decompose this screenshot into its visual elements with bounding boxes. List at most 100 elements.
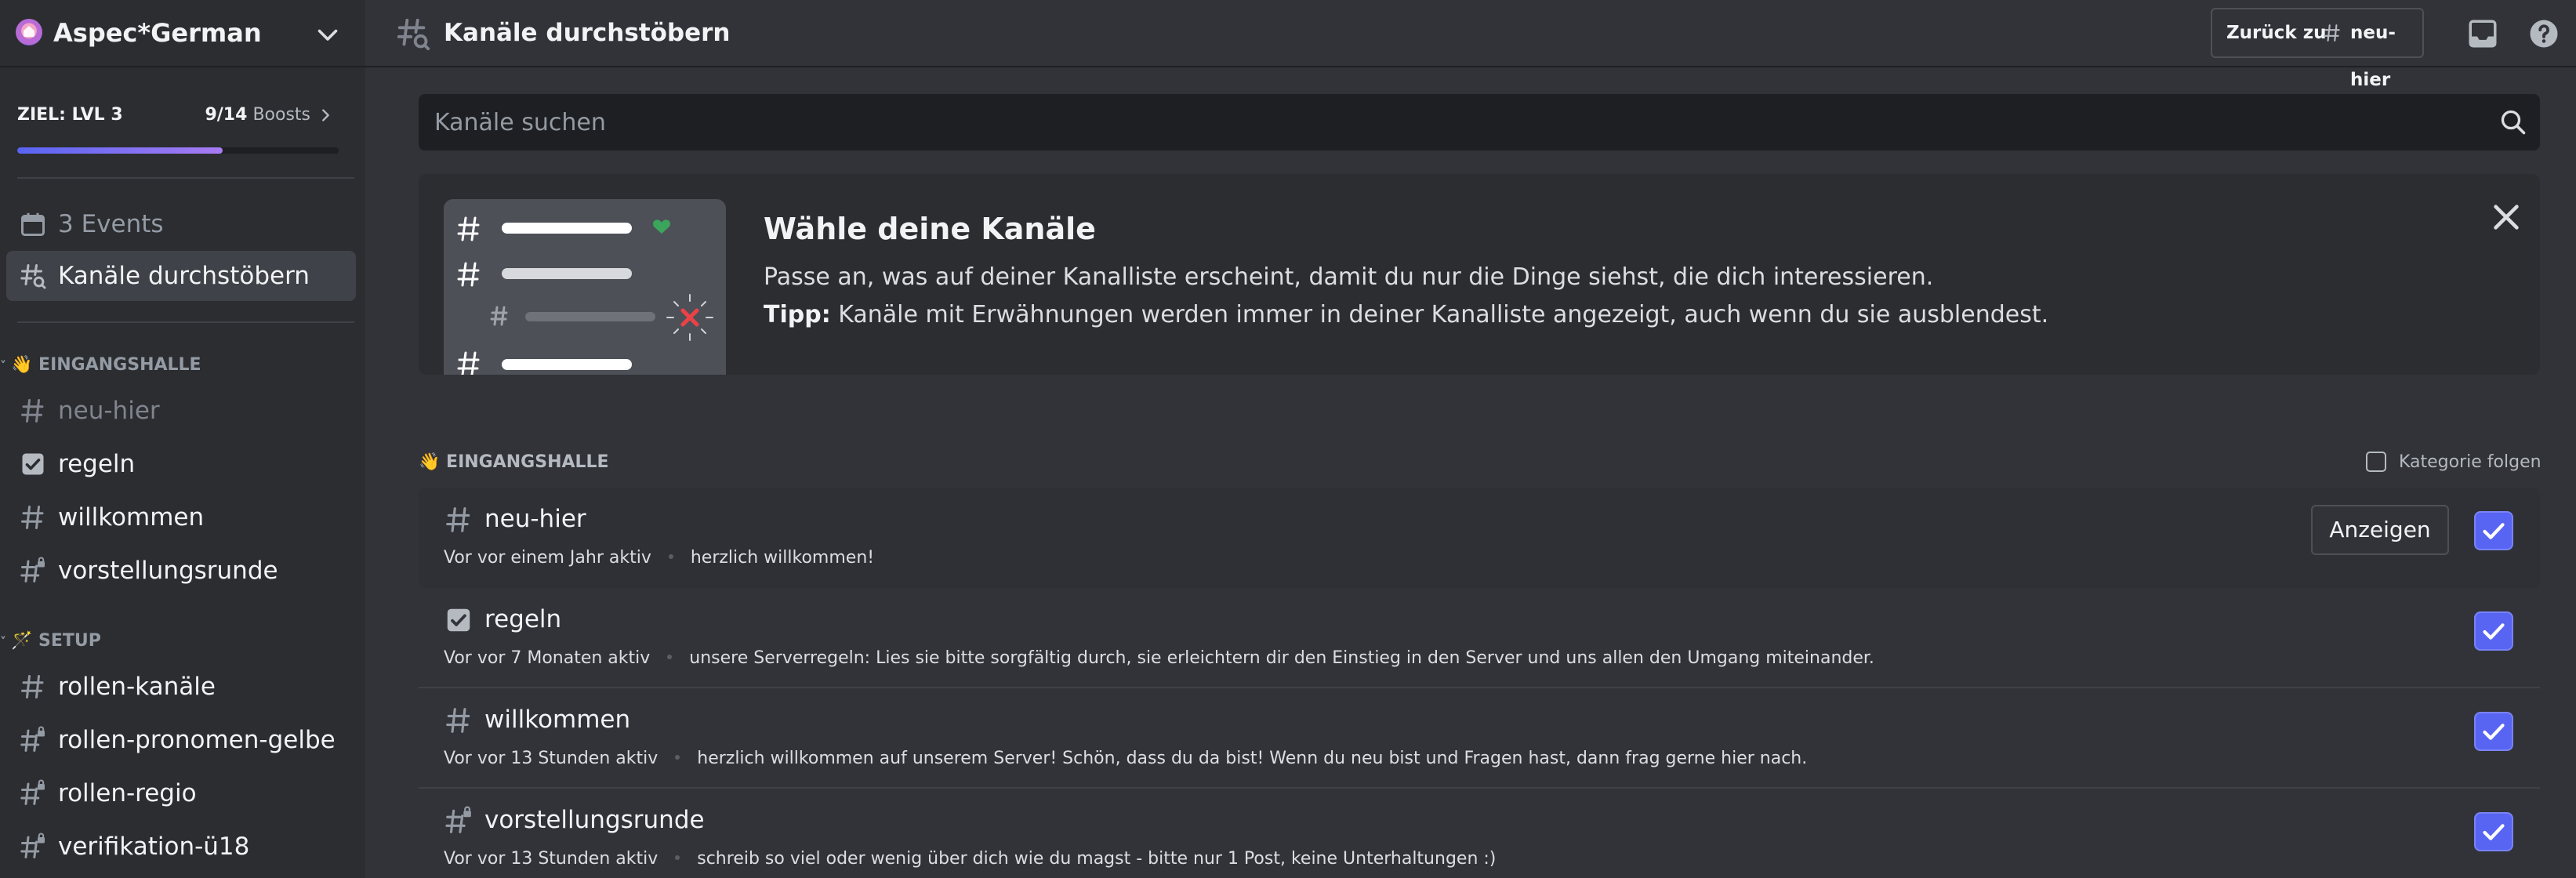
tip-label: Tipp:: [764, 301, 831, 328]
rules-icon: [447, 608, 470, 632]
sidebar: Aspec*German ZIEL: LVL 3 9/14 Boosts 3 E…: [0, 0, 365, 878]
chevron-down-icon: ˅: [0, 358, 6, 373]
close-icon[interactable]: [2488, 199, 2524, 235]
boost-bar-fill: [17, 147, 223, 154]
channel-meta: Vor vor einem Jahr aktiv herzlich willkom…: [444, 546, 874, 571]
rules-icon: [22, 453, 44, 475]
server-header[interactable]: Aspec*German: [0, 0, 365, 67]
help-icon[interactable]: [2527, 17, 2560, 50]
browse-channels-icon: [397, 18, 430, 51]
hash-lock-icon: [20, 726, 45, 752]
divider: [17, 321, 354, 323]
chevron-down-icon[interactable]: [314, 20, 342, 49]
tip-text: Kanäle mit Erwähnungen werden immer in d…: [830, 301, 2049, 328]
separator-dot: [675, 755, 680, 760]
hash-icon: [21, 675, 44, 698]
sidebar-item-label: willkommen: [58, 503, 205, 532]
channel-activity: Vor vor 13 Stunden aktiv: [444, 749, 659, 768]
sidebar-item-label: vorstellungsrunde: [58, 557, 278, 585]
hash-lock-icon: [445, 806, 471, 833]
onboarding-banner: Wähle deine Kanäle Passe an, was auf dei…: [419, 174, 2540, 375]
channel-activity: Vor vor 13 Stunden aktiv: [444, 849, 659, 869]
search-input[interactable]: [434, 94, 2473, 151]
sidebar-item-rollen-regio[interactable]: rollen-regio: [6, 768, 356, 818]
chevron-down-icon: ˅: [0, 634, 6, 649]
channel-name: regeln: [484, 605, 562, 633]
back-button-prefix: Zurück zu: [2226, 23, 2327, 43]
checkbox-checked-icon[interactable]: [2474, 812, 2513, 851]
search-icon[interactable]: [2499, 108, 2527, 136]
checkbox-checked-icon[interactable]: [2474, 611, 2513, 651]
channel-activity: Vor vor 7 Monaten aktiv: [444, 648, 651, 668]
channel-name: willkommen: [484, 706, 631, 734]
checkbox-checked-icon[interactable]: [2474, 511, 2513, 550]
sidebar-item-neu-hier[interactable]: neu-hier: [6, 386, 356, 436]
channel-name: neu-hier: [484, 505, 586, 533]
back-button-channel: neu-hier: [2350, 23, 2396, 90]
sidebar-item-label: rollen-kanäle: [58, 673, 216, 701]
channel-meta: Vor vor 13 Stunden aktiv schreib so viel …: [444, 847, 1496, 872]
calendar-icon: [21, 212, 45, 236]
channel-row-regeln[interactable]: regeln Vor vor 7 Monaten aktiv unsere Ser…: [419, 588, 2540, 688]
channel-activity: Vor vor einem Jahr aktiv: [444, 548, 651, 568]
hash-lock-icon: [20, 833, 45, 858]
hash-lock-icon: [20, 779, 45, 805]
category-header[interactable]: ˅ 🪄 SETUP: [0, 626, 101, 657]
sidebar-item-label: regeln: [58, 450, 136, 478]
server-name: Aspec*German: [53, 18, 262, 48]
sidebar-item-label: 3 Events: [58, 210, 164, 238]
channel-meta: Vor vor 7 Monaten aktiv unsere Serverrege…: [444, 646, 1874, 671]
inbox-icon[interactable]: [2466, 17, 2499, 50]
page-title: Kanäle durchstöbern: [444, 19, 731, 47]
sidebar-item-rollen-pronomen-gelbe[interactable]: rollen-pronomen-gelbe: [6, 715, 356, 765]
separator-dot: [668, 554, 673, 559]
separator-dot: [675, 855, 680, 860]
checkbox-checked-icon[interactable]: [2474, 712, 2513, 751]
sidebar-item-rollen-kanaele[interactable]: rollen-kanäle: [6, 662, 356, 712]
channel-row-neu-hier[interactable]: neu-hier Vor vor einem Jahr aktiv herzlic…: [419, 488, 2540, 588]
channel-topic: unsere Serverregeln: Lies sie bitte sorg…: [689, 648, 1874, 668]
show-channel-button[interactable]: Anzeigen: [2311, 505, 2449, 555]
sidebar-item-label: Kanäle durchstöbern: [58, 262, 310, 290]
boost-progress[interactable]: ZIEL: LVL 3 9/14 Boosts: [17, 102, 339, 157]
sidebar-item-vorstellungsrunde[interactable]: vorstellungsrunde: [6, 546, 356, 596]
channel-list-illustration: [444, 199, 726, 375]
channel-meta: Vor vor 13 Stunden aktiv herzlich willkom…: [444, 746, 1807, 771]
banner-description: Passe an, was auf deiner Kanalliste ersc…: [764, 263, 1934, 291]
channel-topic: schreib so viel oder wenig über dich wie…: [697, 849, 1497, 869]
checkbox-box[interactable]: [2366, 452, 2386, 472]
browse-channels-icon: [20, 264, 46, 289]
hash-icon: [446, 507, 470, 532]
back-to-channel-button[interactable]: Zurück zu neu-hier: [2211, 8, 2424, 90]
hash-icon: [446, 708, 470, 733]
hash-lock-icon: [20, 557, 45, 582]
channel-name: vorstellungsrunde: [484, 806, 705, 834]
boost-count: 9/14 Boosts: [205, 105, 310, 125]
separator-dot: [667, 655, 673, 659]
sidebar-item-label: rollen-regio: [58, 779, 197, 807]
boost-bar: [17, 147, 339, 154]
divider: [17, 177, 354, 179]
sidebar-item-regeln[interactable]: regeln: [6, 439, 356, 489]
hash-icon: [21, 506, 44, 529]
channel-topic: herzlich willkommen!: [690, 548, 875, 568]
hash-icon: [21, 399, 44, 423]
channel-list-illustration-graphic: [457, 216, 713, 375]
top-bar: Kanäle durchstöbern Zurück zu neu-hier: [365, 0, 2576, 90]
follow-category-label: Kategorie folgen: [2399, 452, 2542, 472]
sidebar-item-browse-channels[interactable]: Kanäle durchstöbern: [6, 251, 356, 301]
sidebar-item-willkommen[interactable]: willkommen: [6, 492, 356, 542]
channel-row-vorstellungsrunde[interactable]: vorstellungsrunde Vor vor 13 Stunden akt…: [419, 789, 2540, 878]
sidebar-item-label: neu-hier: [58, 397, 160, 425]
hash-icon: [2324, 24, 2340, 42]
chevron-right-icon: [322, 109, 329, 122]
sidebar-item-label: verifikation-ü18: [58, 833, 250, 861]
channel-topic: herzlich willkommen auf unserem Server! …: [697, 749, 1808, 768]
category-header[interactable]: ˅ 👋 EINGANGSHALLE: [0, 350, 201, 381]
server-icon: [16, 19, 42, 45]
sidebar-item-verifikation-ue18[interactable]: verifikation-ü18: [6, 822, 356, 872]
section-title: 👋 EINGANGSHALLE: [419, 452, 609, 472]
sidebar-item-events[interactable]: 3 Events: [6, 199, 356, 249]
boost-goal: ZIEL: LVL 3: [17, 105, 123, 125]
channel-row-willkommen[interactable]: willkommen Vor vor 13 Stunden aktiv herzl…: [419, 688, 2540, 789]
